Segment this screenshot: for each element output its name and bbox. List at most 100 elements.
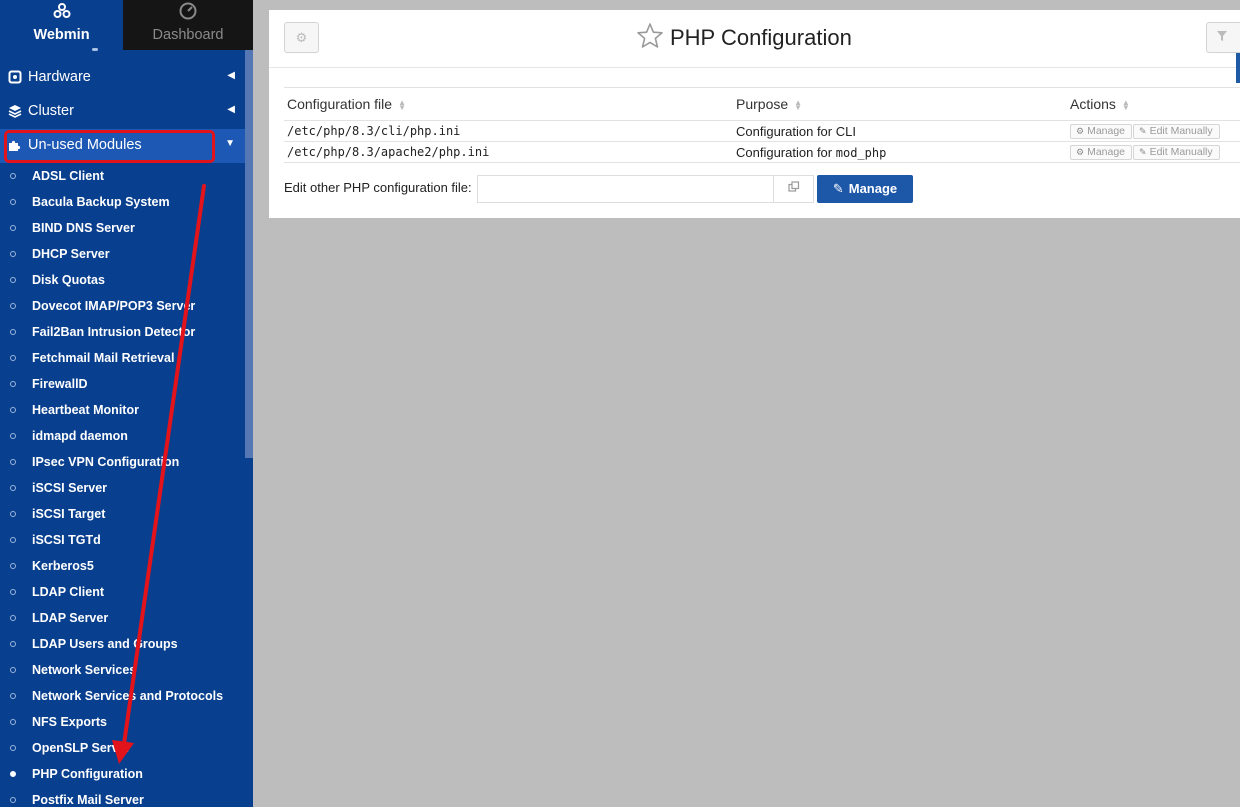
sidebar-module-item[interactable]: OpenSLP Server — [0, 735, 245, 761]
sidebar-module-label: LDAP Server — [32, 611, 109, 625]
config-file-path-input[interactable] — [477, 175, 774, 203]
sidebar-module-label: Bacula Backup System — [32, 195, 170, 209]
sidebar-module-item[interactable]: DHCP Server — [0, 241, 245, 267]
bullet-icon — [10, 667, 16, 673]
table-header-row: Configuration file ▲ ▼ Purpose ▲ ▼ Actions ▲ ▼ — [284, 87, 1240, 121]
sidebar-module-label: iSCSI Target — [32, 507, 106, 521]
sidebar-module-label: Heartbeat Monitor — [32, 403, 139, 417]
tab-dashboard[interactable]: Dashboard — [123, 0, 253, 50]
sidebar-module-label: NFS Exports — [32, 715, 108, 729]
sidebar-module-item[interactable]: FirewallD — [0, 371, 245, 397]
gear-icon: ⚙ — [1076, 126, 1085, 137]
caret-left-icon: ◀ — [227, 70, 235, 81]
bullet-icon — [10, 563, 16, 569]
filter-button[interactable] — [1206, 22, 1240, 53]
sidebar-module-label: idmapd daemon — [32, 429, 128, 443]
column-header-purpose[interactable]: Purpose ▲ ▼ — [733, 87, 1067, 121]
module-config-button[interactable]: ⚙ — [284, 22, 319, 53]
sidebar-module-label: iSCSI Server — [32, 481, 108, 495]
edit-manually-button[interactable]: ✎ Edit Manually — [1133, 145, 1220, 161]
favorite-star-icon[interactable] — [636, 22, 664, 50]
manage-row-label: Manage — [1087, 146, 1126, 159]
bullet-icon — [10, 589, 16, 595]
sidebar-module-item[interactable]: iSCSI Target — [0, 501, 245, 527]
pencil-icon: ✎ — [1139, 126, 1147, 137]
sidebar-module-item[interactable]: iSCSI Server — [0, 475, 245, 501]
manage-button[interactable]: ✎ Manage — [817, 175, 913, 203]
pencil-icon: ✎ — [1139, 147, 1147, 158]
config-actions: ⚙ Manage ✎ Edit Manually — [1067, 120, 1240, 142]
sidebar-module-item[interactable]: LDAP Client — [0, 579, 245, 605]
main-panel: ⚙ PHP Configuration Configuration file ▲ ▼ — [269, 10, 1240, 218]
bullet-icon — [10, 277, 16, 283]
gear-icon: ⚙ — [1076, 147, 1085, 158]
sidebar-module-item[interactable]: Postfix Mail Server — [0, 787, 245, 807]
sidebar-module-item[interactable]: NFS Exports — [0, 709, 245, 735]
sidebar-module-item[interactable]: IPsec VPN Configuration — [0, 449, 245, 475]
column-header-label: Configuration file — [287, 96, 393, 112]
page-title: PHP Configuration — [670, 25, 852, 50]
sidebar-module-label: Fetchmail Mail Retrieval — [32, 351, 175, 365]
sidebar-module-label: iSCSI TGTd — [32, 533, 101, 547]
sidebar-module-item[interactable]: Network Services and Protocols — [0, 683, 245, 709]
edit-manually-label: Edit Manually — [1149, 146, 1213, 159]
sidebar-module-item[interactable]: idmapd daemon — [0, 423, 245, 449]
sidebar-module-item[interactable]: LDAP Server — [0, 605, 245, 631]
sidebar-tabs: Webmin Dashboard — [0, 0, 253, 51]
edit-icon: ✎ — [832, 181, 844, 196]
sidebar-module-label: Network Services — [32, 663, 137, 677]
edit-other-label: Edit other PHP configuration file: — [284, 180, 472, 195]
sidebar-module-label: DHCP Server — [32, 247, 110, 261]
config-file-path-text: /etc/php/8.3/cli/php.ini — [287, 124, 461, 138]
manage-row-label: Manage — [1087, 125, 1126, 138]
column-header-label: Purpose — [736, 96, 789, 112]
bullet-icon — [10, 329, 16, 335]
bullet-icon — [10, 303, 16, 309]
sort-icon: ▲ ▼ — [1121, 98, 1130, 113]
filter-icon — [1216, 30, 1228, 45]
sidebar-module-item[interactable]: Network Services — [0, 657, 245, 683]
config-actions: ⚙ Manage ✎ Edit Manually — [1067, 141, 1240, 163]
bullet-icon — [10, 173, 16, 179]
edit-manually-button[interactable]: ✎ Edit Manually — [1133, 124, 1220, 140]
file-chooser-button[interactable] — [773, 175, 814, 203]
sidebar-module-item[interactable]: Fetchmail Mail Retrieval — [0, 345, 245, 371]
sidebar-module-label: Disk Quotas — [32, 273, 105, 287]
bullet-icon — [10, 745, 16, 751]
config-file-path: /etc/php/8.3/cli/php.ini — [284, 120, 733, 142]
sidebar-module-item[interactable]: Bacula Backup System — [0, 189, 245, 215]
sidebar-module-label: IPsec VPN Configuration — [32, 455, 180, 469]
bullet-icon — [10, 537, 16, 543]
sidebar-module-item[interactable]: PHP Configuration — [0, 761, 245, 787]
tab-webmin[interactable]: Webmin — [0, 0, 123, 51]
sidebar-module-label: PHP Configuration — [32, 767, 143, 781]
config-purpose: Configuration for mod_php — [733, 141, 1067, 163]
sidebar-module-item[interactable]: Dovecot IMAP/POP3 Server — [0, 293, 245, 319]
bullet-icon — [10, 485, 16, 491]
column-header-config-file[interactable]: Configuration file ▲ ▼ — [284, 87, 733, 121]
file-chooser-icon — [787, 181, 800, 196]
column-header-actions[interactable]: Actions ▲ ▼ — [1067, 87, 1240, 121]
manage-row-button[interactable]: ⚙ Manage — [1070, 124, 1133, 140]
sidebar-module-item[interactable]: ADSL Client — [0, 163, 245, 189]
sidebar-module-label: ADSL Client — [32, 169, 104, 183]
config-file-path: /etc/php/8.3/apache2/php.ini — [284, 141, 733, 163]
sidebar-module-label: LDAP Client — [32, 585, 104, 599]
sidebar-module-item[interactable]: Fail2Ban Intrusion Detector — [0, 319, 245, 345]
sidebar-category-label: Cluster — [28, 103, 74, 119]
sidebar-scrollbar[interactable] — [245, 50, 253, 458]
purpose-code: mod_php — [835, 145, 887, 160]
sidebar-category-hardware[interactable]: Hardware ◀ — [0, 61, 245, 95]
purpose-text: Configuration for — [736, 144, 833, 160]
sidebar-module-item[interactable]: BIND DNS Server — [0, 215, 245, 241]
sidebar-module-item[interactable]: iSCSI TGTd — [0, 527, 245, 553]
sidebar-category-cluster[interactable]: Cluster ◀ — [0, 95, 245, 129]
bullet-icon — [10, 251, 16, 257]
module-list: ADSL Client Bacula Backup System BIND DNS … — [0, 163, 245, 807]
sidebar-module-item[interactable]: LDAP Users and Groups — [0, 631, 245, 657]
sidebar-module-item[interactable]: Heartbeat Monitor — [0, 397, 245, 423]
hardware-icon — [8, 70, 22, 84]
manage-row-button[interactable]: ⚙ Manage — [1070, 145, 1133, 161]
sidebar-module-item[interactable]: Kerberos5 — [0, 553, 245, 579]
sidebar-module-item[interactable]: Disk Quotas — [0, 267, 245, 293]
